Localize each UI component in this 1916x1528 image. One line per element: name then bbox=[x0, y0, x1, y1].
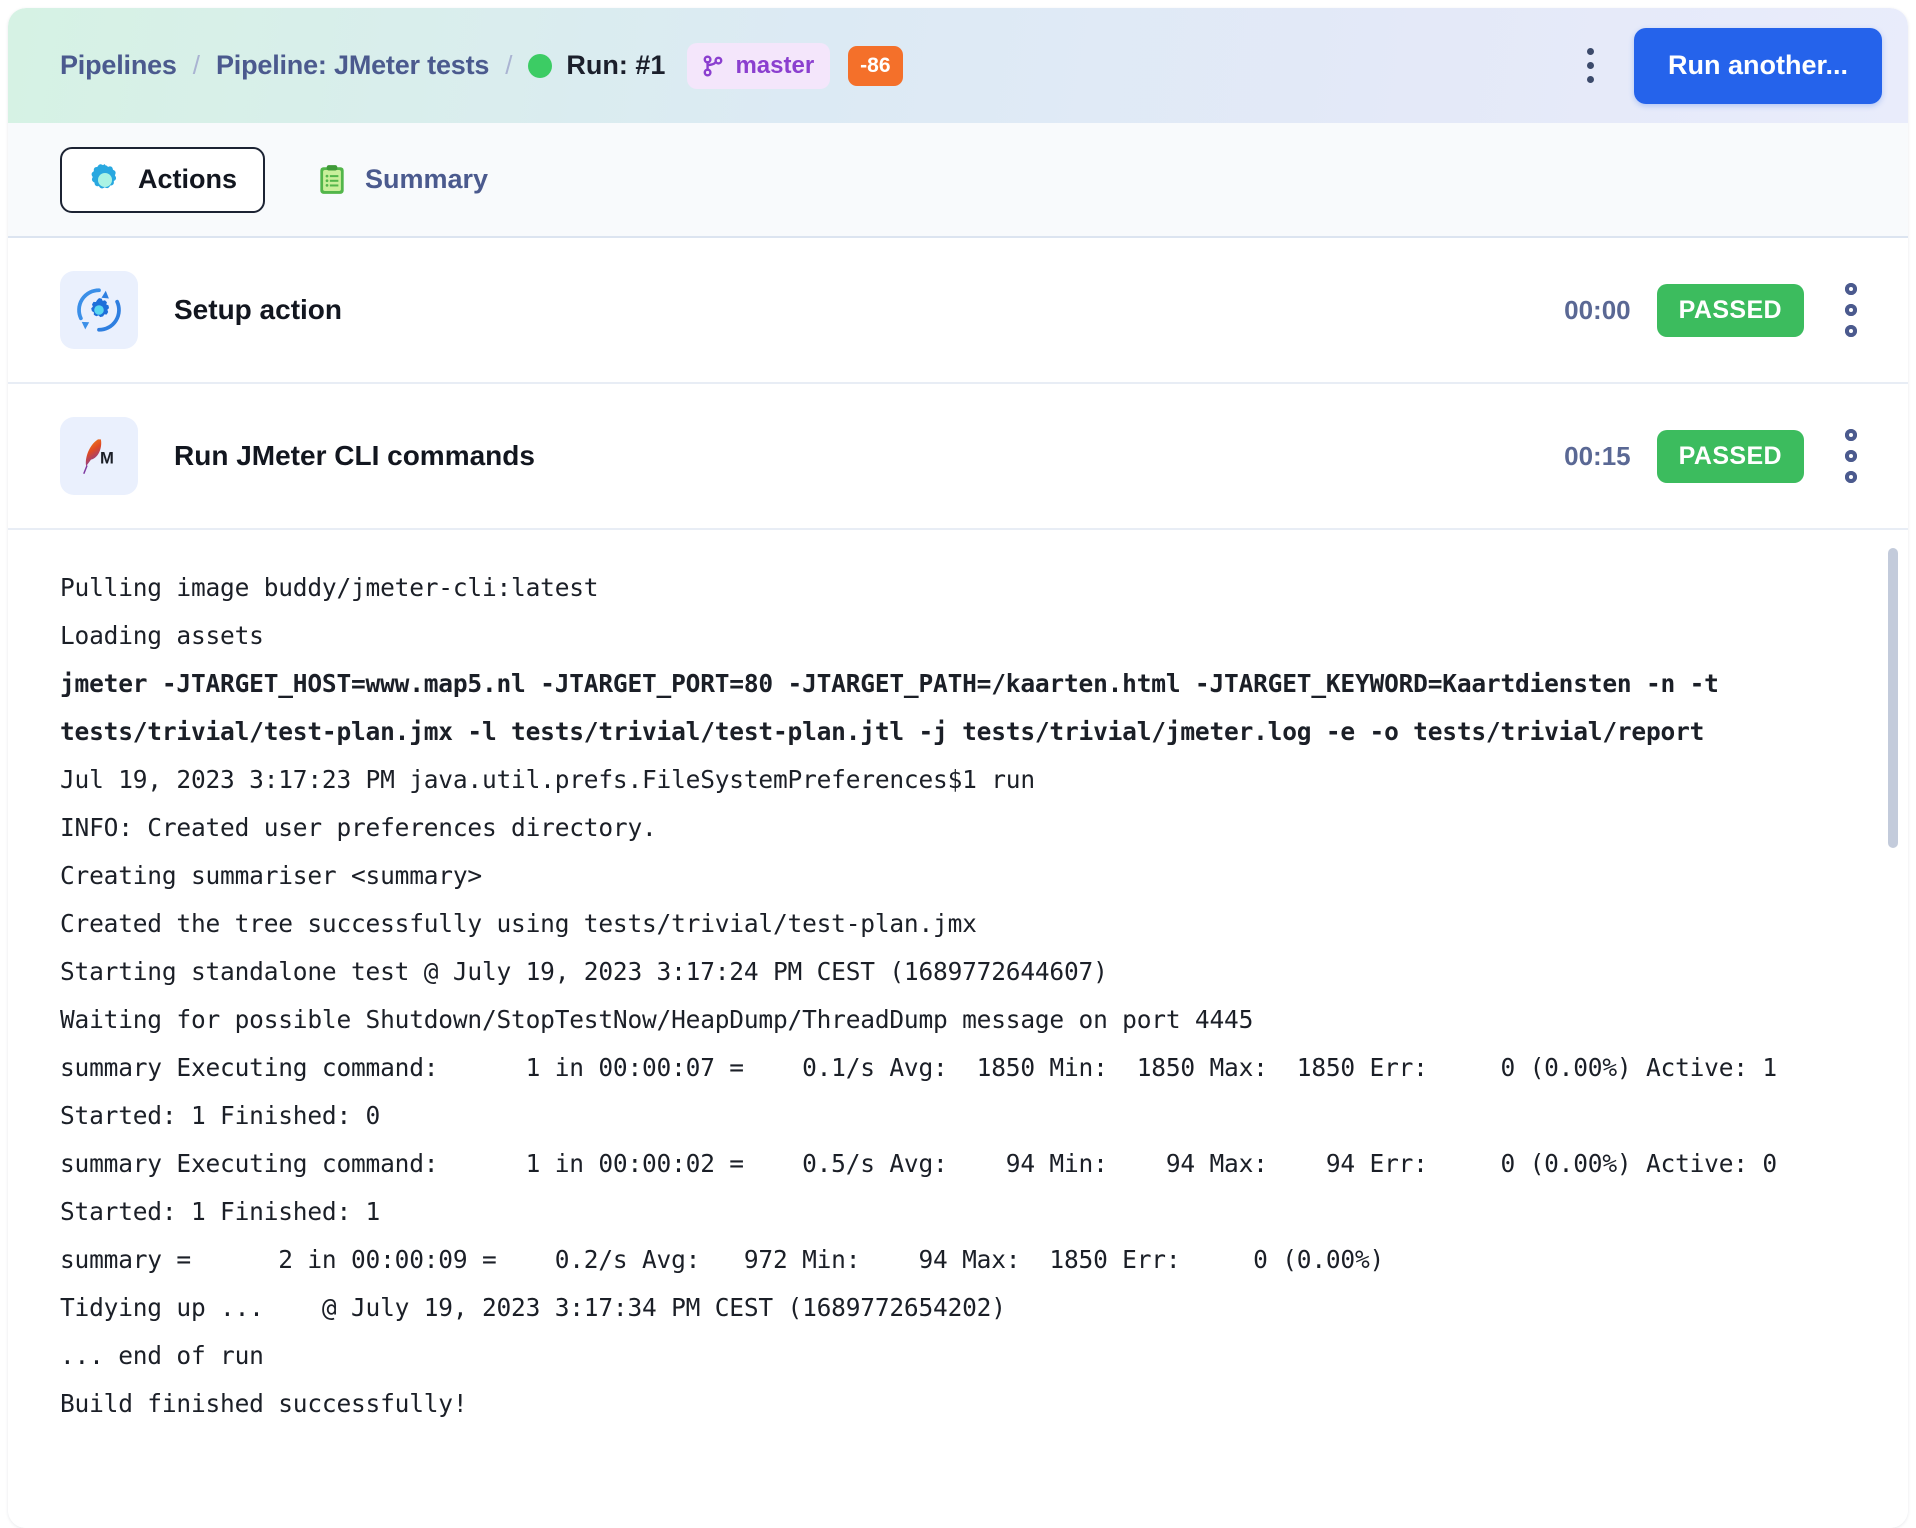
log-line: Creating summariser <summary> bbox=[60, 861, 482, 890]
kebab-dot bbox=[1587, 76, 1595, 83]
kebab-dot bbox=[1845, 450, 1857, 462]
app-root: Pipelines / Pipeline: JMeter tests / Run… bbox=[0, 0, 1916, 1528]
log-line: Tidying up ... @ July 19, 2023 3:17:34 P… bbox=[60, 1293, 1006, 1322]
action-duration: 00:15 bbox=[1564, 440, 1631, 471]
action-row-jmeter[interactable]: M Run JMeter CLI commands 00:15 PASSED bbox=[8, 384, 1908, 530]
log-line: Starting standalone test @ July 19, 2023… bbox=[60, 957, 1108, 986]
kebab-dot bbox=[1587, 62, 1595, 69]
log-line: Pulling image buddy/jmeter-cli:latest bbox=[60, 573, 599, 602]
log-line: summary = 2 in 00:00:09 = 0.2/s Avg: 972… bbox=[60, 1245, 1385, 1274]
log-line: INFO: Created user preferences directory… bbox=[60, 813, 657, 842]
jmeter-feather-icon: M bbox=[60, 417, 138, 495]
tab-summary-label: Summary bbox=[365, 164, 489, 194]
setup-gear-refresh-icon bbox=[60, 271, 138, 349]
delta-badge[interactable]: -86 bbox=[848, 45, 903, 86]
gear-flower-icon bbox=[88, 163, 122, 197]
log-lines: Pulling image buddy/jmeter-cli:latest Loa… bbox=[60, 564, 1848, 1428]
clipboard-icon bbox=[315, 163, 349, 197]
breadcrumb-item-pipelines[interactable]: Pipelines bbox=[60, 50, 177, 81]
console-scrollbar-thumb[interactable] bbox=[1888, 548, 1898, 848]
header-actions: Run another... bbox=[1574, 27, 1882, 104]
log-line: summary Executing command: 1 in 00:00:07… bbox=[60, 1053, 1792, 1130]
status-badge: PASSED bbox=[1656, 429, 1804, 483]
page-title: Run: #1 bbox=[566, 50, 666, 80]
kebab-menu-icon[interactable] bbox=[1574, 44, 1608, 88]
breadcrumb-item-pipeline[interactable]: Pipeline: JMeter tests bbox=[216, 50, 489, 81]
breadcrumb-separator: / bbox=[192, 50, 200, 80]
kebab-dot bbox=[1845, 325, 1857, 337]
breadcrumb-separator: / bbox=[505, 50, 513, 80]
branch-badge[interactable]: master bbox=[687, 42, 831, 89]
log-line: Waiting for possible Shutdown/StopTestNo… bbox=[60, 1005, 1254, 1034]
kebab-menu-icon[interactable] bbox=[1824, 275, 1878, 345]
kebab-dot bbox=[1845, 304, 1857, 316]
console-scrollbar[interactable] bbox=[1888, 548, 1898, 1528]
log-line: jmeter -JTARGET_HOST=www.map5.nl -JTARGE… bbox=[60, 669, 1734, 746]
log-line: Jul 19, 2023 3:17:23 PM java.util.prefs.… bbox=[60, 765, 1035, 794]
svg-text:M: M bbox=[100, 448, 114, 467]
action-name: Run JMeter CLI commands bbox=[174, 440, 535, 471]
action-name: Setup action bbox=[174, 294, 343, 325]
breadcrumb: Pipelines / Pipeline: JMeter tests / Run… bbox=[60, 42, 1574, 89]
console-log[interactable]: Pulling image buddy/jmeter-cli:latest Loa… bbox=[8, 530, 1908, 1528]
branch-icon bbox=[700, 53, 726, 79]
page-header: Pipelines / Pipeline: JMeter tests / Run… bbox=[8, 8, 1908, 123]
run-status-dot-icon bbox=[528, 53, 553, 78]
kebab-dot bbox=[1845, 471, 1857, 483]
kebab-dot bbox=[1587, 48, 1595, 55]
action-row-setup[interactable]: Setup action 00:00 PASSED bbox=[8, 238, 1908, 384]
run-another-button[interactable]: Run another... bbox=[1633, 27, 1882, 104]
tab-actions[interactable]: Actions bbox=[60, 146, 266, 213]
tab-bar: Actions Summary bbox=[8, 123, 1908, 238]
action-duration: 00:00 bbox=[1564, 294, 1631, 325]
pipeline-run-card: Pipelines / Pipeline: JMeter tests / Run… bbox=[8, 8, 1908, 1528]
kebab-menu-icon[interactable] bbox=[1824, 421, 1878, 491]
tab-actions-label: Actions bbox=[138, 164, 238, 194]
log-line: ... end of run bbox=[60, 1341, 264, 1370]
branch-label: master bbox=[735, 51, 815, 79]
log-line: Build finished successfully! bbox=[60, 1389, 468, 1418]
kebab-dot bbox=[1845, 283, 1857, 295]
kebab-dot bbox=[1845, 429, 1857, 441]
log-line: Created the tree successfully using test… bbox=[60, 909, 977, 938]
log-line: summary Executing command: 1 in 00:00:02… bbox=[60, 1149, 1792, 1226]
status-badge: PASSED bbox=[1656, 283, 1804, 337]
log-line: Loading assets bbox=[60, 621, 264, 650]
tab-summary[interactable]: Summary bbox=[287, 147, 516, 213]
